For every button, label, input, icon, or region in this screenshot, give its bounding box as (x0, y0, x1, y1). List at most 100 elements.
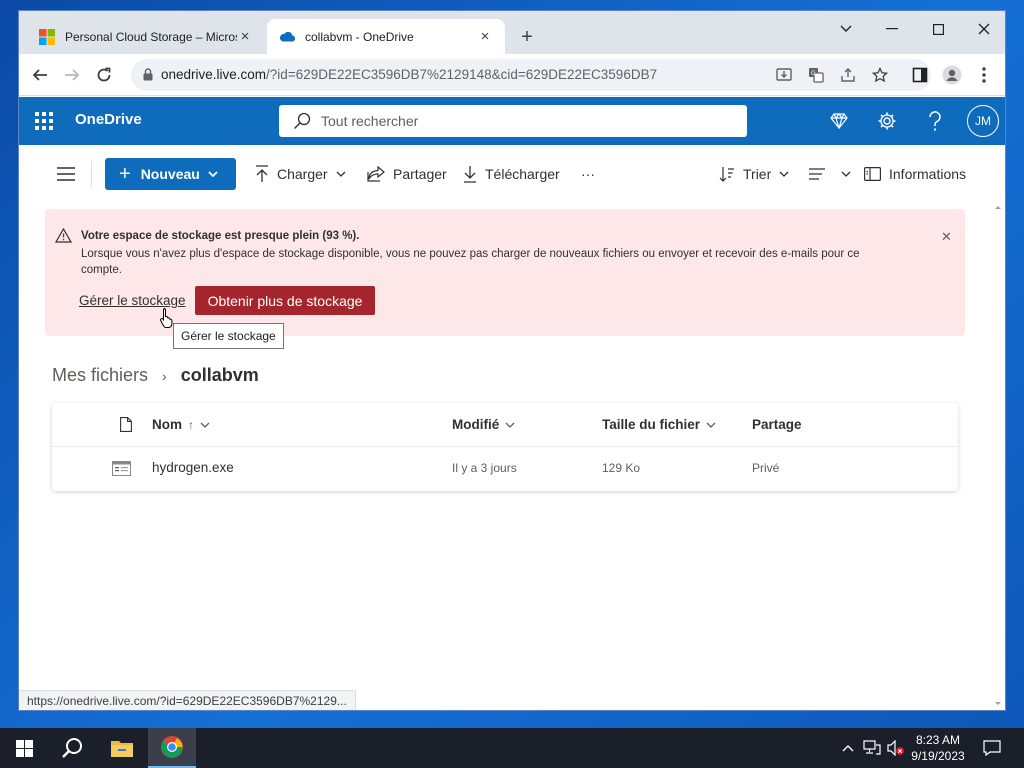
search-icon (294, 112, 311, 129)
file-name[interactable]: hydrogen.exe (152, 460, 234, 475)
manage-storage-link[interactable]: Gérer le stockage (79, 293, 186, 308)
download-arrow-icon (464, 166, 476, 183)
sort-label: Trier (743, 166, 772, 182)
app-launcher-icon[interactable] (35, 112, 53, 130)
column-name-label: Nom (152, 417, 182, 432)
maximize-icon[interactable] (915, 15, 961, 43)
forward-arrow-icon[interactable] (59, 62, 85, 88)
minimize-icon[interactable] (869, 15, 915, 43)
browser-toolbar: onedrive.live.com/?id=629DE22EC3596DB7%2… (19, 54, 1005, 96)
chevron-down-icon (706, 422, 716, 428)
share-page-icon[interactable] (839, 66, 857, 84)
clock-time: 8:23 AM (915, 733, 961, 747)
list-view-icon (809, 168, 825, 180)
premium-diamond-icon[interactable] (827, 109, 851, 133)
file-type-icon (120, 417, 132, 432)
clock-date: 9/19/2023 (911, 749, 965, 763)
file-size: 129 Ko (602, 461, 641, 475)
hand-cursor-icon (160, 308, 173, 328)
chevron-down-icon (336, 171, 346, 177)
get-more-storage-button[interactable]: Obtenir plus de stockage (195, 286, 375, 315)
show-hidden-icons-chevron[interactable] (838, 738, 858, 758)
action-center-icon[interactable] (982, 738, 1002, 758)
breadcrumb: Mes fichiers › collabvm (52, 365, 259, 386)
share-button[interactable]: Partager (367, 164, 447, 184)
chevron-down-icon (208, 171, 218, 177)
side-panel-icon[interactable] (907, 62, 933, 88)
new-button[interactable]: + Nouveau (105, 158, 236, 190)
lock-icon[interactable] (143, 68, 153, 81)
onedrive-header: OneDrive JM (19, 97, 1005, 145)
sort-ascending-icon: ↑ (188, 417, 194, 432)
new-button-label: Nouveau (140, 166, 200, 182)
more-ellipsis-icon: ··· (581, 166, 595, 182)
address-bar[interactable]: onedrive.live.com/?id=629DE22EC3596DB7%2… (131, 59, 931, 91)
kebab-menu-icon[interactable] (971, 62, 997, 88)
search-box[interactable] (279, 105, 747, 137)
warning-title: Votre espace de stockage est presque ple… (81, 230, 360, 242)
browser-window: Personal Cloud Storage – Microsoft × col… (18, 10, 1006, 711)
chevron-down-icon (200, 422, 210, 428)
column-file-size[interactable]: Taille du fichier (602, 417, 716, 432)
download-label: Télécharger (485, 166, 560, 182)
onedrive-brand[interactable]: OneDrive (75, 111, 142, 128)
table-row[interactable]: hydrogen.exe Il y a 3 jours 129 Ko Privé (52, 447, 958, 491)
tab-search-chevron-icon[interactable] (823, 15, 869, 43)
tooltip: Gérer le stockage (173, 323, 284, 349)
navigation-menu-icon[interactable] (57, 165, 75, 183)
page-scrollbar[interactable] (991, 203, 1005, 709)
more-actions-button[interactable]: ··· (581, 164, 595, 184)
chrome-taskbar-icon[interactable] (148, 728, 196, 768)
url-host: onedrive.live.com (161, 67, 267, 82)
column-modified[interactable]: Modifié (452, 417, 515, 432)
file-type-column[interactable] (114, 417, 132, 432)
install-app-icon[interactable] (775, 66, 793, 84)
url-text[interactable]: onedrive.live.com/?id=629DE22EC3596DB7%2… (161, 67, 657, 82)
view-options-button[interactable] (809, 164, 851, 184)
help-question-icon[interactable] (923, 109, 947, 133)
details-pane-button[interactable]: Informations (864, 164, 966, 184)
translate-icon[interactable]: G (807, 66, 825, 84)
share-label: Partager (393, 166, 447, 182)
back-arrow-icon[interactable] (27, 62, 53, 88)
breadcrumb-my-files[interactable]: Mes fichiers (52, 365, 148, 386)
tab-title: collabvm - OneDrive (305, 29, 414, 44)
tab-strip: Personal Cloud Storage – Microsoft × col… (19, 11, 1005, 54)
bookmark-star-icon[interactable] (871, 66, 889, 84)
reload-icon[interactable] (91, 62, 117, 88)
tab-collabvm-onedrive[interactable]: collabvm - OneDrive × (267, 19, 505, 54)
tab-close-icon[interactable]: × (477, 28, 493, 45)
close-window-icon[interactable] (961, 15, 1005, 43)
new-tab-plus-icon[interactable]: + (515, 25, 539, 49)
system-clock[interactable]: 8:23 AM 9/19/2023 (900, 732, 976, 764)
file-list: Nom ↑ Modifié Taille du fichier Partage (52, 403, 958, 491)
upload-arrow-icon (256, 165, 268, 182)
warning-triangle-icon (55, 228, 72, 243)
chevron-down-icon (779, 171, 789, 177)
taskbar-search-icon[interactable] (48, 728, 96, 768)
file-modified: Il y a 3 jours (452, 461, 517, 475)
column-name[interactable]: Nom ↑ (152, 417, 210, 432)
info-pane-icon (864, 167, 881, 181)
profile-icon[interactable] (939, 62, 965, 88)
chevron-down-icon (841, 171, 851, 177)
executable-file-icon (112, 461, 131, 476)
column-sharing[interactable]: Partage (752, 417, 802, 432)
upload-button[interactable]: Charger (255, 164, 346, 184)
file-explorer-icon[interactable] (98, 728, 146, 768)
sort-button[interactable]: Trier (719, 164, 789, 184)
network-icon[interactable] (862, 738, 882, 758)
url-path: /?id=629DE22EC3596DB7%2129148&cid=629DE2… (266, 67, 658, 82)
start-windows-icon[interactable] (0, 728, 48, 768)
download-button[interactable]: Télécharger (463, 164, 560, 184)
warning-message: Lorsque vous n'avez plus d'espace de sto… (81, 248, 860, 276)
plus-icon: + (119, 163, 131, 185)
settings-gear-icon[interactable] (875, 109, 899, 133)
upload-label: Charger (277, 166, 328, 182)
search-input[interactable] (321, 111, 721, 131)
account-avatar[interactable]: JM (967, 105, 999, 137)
tab-close-icon[interactable]: × (237, 28, 253, 45)
close-banner-icon[interactable]: ✕ (941, 229, 952, 245)
tab-personal-cloud-storage[interactable]: Personal Cloud Storage – Microsoft × (27, 19, 265, 54)
share-icon (367, 166, 385, 182)
